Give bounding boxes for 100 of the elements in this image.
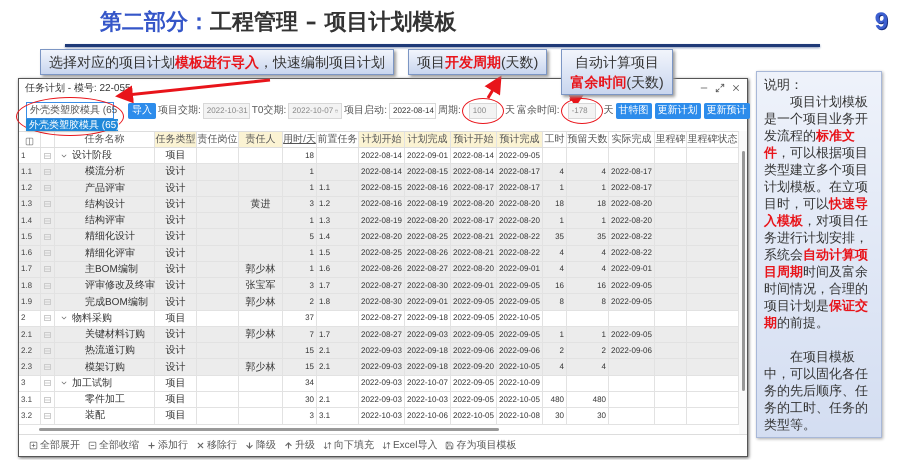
table-cell: 2022-09-05 xyxy=(453,328,494,341)
table-cell: 2022-09-18 xyxy=(407,361,448,374)
table-cell: 2022-08-20 xyxy=(611,198,652,210)
toolbar-button[interactable]: 向下填充 xyxy=(323,438,374,453)
table-cell-text: 设计 xyxy=(166,182,186,196)
table-cell: 2022-09-05 xyxy=(499,150,540,162)
table-cell: 2022-08-15 xyxy=(407,166,448,178)
toolbar-button[interactable]: Excel导入 xyxy=(382,438,438,453)
table-row[interactable]: 1.4 结构评审 设计 1 1.3 2022-08-19 2022-08-20 2022-08-17 2022-08-20 1 1 2022-08-20 xyxy=(19,213,739,230)
table-row[interactable]: 2.1 关键材料订购 设计 郭少林 7 1.7 2022-08-27 2022-09-03 2022-09-05 2022-09-05 1 1 2022-09-05 xyxy=(19,326,739,344)
table-cell: 4 xyxy=(560,247,564,260)
table-cell: 2022-09-05 xyxy=(453,312,494,324)
table-cell: 1 xyxy=(560,328,564,341)
toolbar-button[interactable]: 全部收缩 xyxy=(88,438,139,453)
table-row[interactable]: 3.2 装配 项目 3 3.1 2022-10-03 2022-10-06 2022-10-05 2022-10-08 30 30 xyxy=(19,408,739,425)
drag-handle-icon[interactable] xyxy=(44,218,51,224)
toolbar-button[interactable]: 升级 xyxy=(284,438,315,453)
input-field[interactable]: 2022-08-14 xyxy=(389,103,436,119)
column-header[interactable]: 任务类型 xyxy=(155,132,197,147)
toolbar-button[interactable]: 添加行 xyxy=(147,438,188,453)
table-cell-text: 结构评审 xyxy=(85,214,125,228)
drag-handle-icon[interactable] xyxy=(44,332,51,338)
columns-icon[interactable] xyxy=(25,137,34,146)
table-cell: 2022-08-20 xyxy=(499,214,540,227)
drag-handle-icon[interactable] xyxy=(44,315,51,322)
row-number: 1.2 xyxy=(21,182,32,194)
column-header[interactable]: 预计完成 xyxy=(497,132,543,147)
maximize-icon[interactable] xyxy=(715,83,725,93)
field-label: 周期: xyxy=(438,104,461,118)
close-icon[interactable] xyxy=(731,83,741,93)
table-cell: 8 xyxy=(602,296,606,308)
table-row[interactable]: 3 加工试制 项目 34 2022-09-03 2022-10-07 2022-09-05 2022-10-09 xyxy=(19,376,739,392)
table-cell: 15 xyxy=(305,361,314,374)
column-header[interactable]: 里程碑 xyxy=(655,132,687,147)
drag-handle-icon[interactable] xyxy=(44,250,51,256)
table-row[interactable]: 1.8 评审修改及终审 设计 张宝军 3 1.7 2022-08-27 2022-08-30 2022-09-01 2022-09-05 16 16 2022-09-05 xyxy=(19,278,739,294)
drag-handle-icon[interactable] xyxy=(44,380,51,386)
table-cell-text: 郭少林 xyxy=(246,328,276,342)
table-row[interactable]: 1.5 精细化设计 设计 5 1.4 2022-08-20 2022-08-25 2022-08-21 2022-08-22 35 35 2022-08-22 xyxy=(19,229,739,246)
column-header[interactable]: 实际完成 xyxy=(609,132,655,147)
row-number: 1.5 xyxy=(21,230,32,243)
drag-handle-icon[interactable] xyxy=(44,364,51,370)
table-cell: 2022-08-17 xyxy=(453,182,494,194)
table-cell: 2022-09-05 xyxy=(611,328,652,341)
drag-handle-icon[interactable] xyxy=(44,266,51,272)
table-row[interactable]: 3.1 零件加工 项目 30 2.1 2022-09-03 2022-10-03 2022-09-05 2022-10-05 480 480 xyxy=(19,392,739,408)
table-row[interactable]: 1.3 结构设计 设计 黄进 3 1.2 2022-08-16 2022-08-19 2022-08-20 2022-08-20 18 18 2022-08-20 xyxy=(19,196,739,214)
table-cell-text: 设计 xyxy=(166,164,186,180)
table-cell: 2022-10-05 xyxy=(499,312,540,324)
column-header[interactable]: 计划开始 xyxy=(359,132,405,147)
column-header[interactable]: 预留天数 xyxy=(567,132,609,147)
drag-handle-icon[interactable] xyxy=(44,152,51,159)
table-cell: 2022-09-05 xyxy=(453,394,494,406)
vertical-scrollbar[interactable] xyxy=(742,151,744,391)
table-row[interactable]: 2 物料采购 项目 37 2022-08-27 2022-09-18 2022-09-05 2022-10-05 xyxy=(19,310,739,327)
drag-handle-icon[interactable] xyxy=(44,396,51,403)
drag-handle-icon[interactable] xyxy=(44,348,51,354)
drag-handle-icon[interactable] xyxy=(44,299,51,306)
table-cell: 2022-09-05 xyxy=(453,377,494,390)
table-cell: 2022-10-05 xyxy=(499,361,540,374)
table-row[interactable]: 1.2 产品评审 设计 1 1.1 2022-08-15 2022-08-16 2022-08-17 2022-08-17 1 1 2022-08-17 xyxy=(19,180,739,197)
table-cell: 2022-08-16 xyxy=(407,182,448,194)
column-header[interactable]: 计划完成 xyxy=(405,132,451,147)
table-cell: 2022-08-22 xyxy=(499,247,540,260)
table-row[interactable]: 1.7 主BOM编制 设计 郭少林 1 1.6 2022-08-26 2022-08-27 2022-08-20 2022-09-01 4 4 2022-09-01 xyxy=(19,262,739,278)
table-row[interactable]: 2.2 热流道订购 设计 15 2.1 2022-09-03 2022-09-18 2022-09-06 2022-09-06 2 2 2022-09-06 xyxy=(19,343,739,360)
drag-handle-icon[interactable] xyxy=(44,201,51,208)
column-header[interactable]: 工时 xyxy=(543,132,567,147)
field-label: 项目启动: xyxy=(344,104,388,118)
toolbar-button[interactable]: 全部展开 xyxy=(29,438,80,453)
drag-handle-icon[interactable] xyxy=(44,282,51,289)
table-row[interactable]: 1.6 精细化评审 设计 1 1.5 2022-08-25 2022-08-26 2022-08-21 2022-08-22 4 4 2022-08-22 xyxy=(19,246,739,262)
table-row[interactable]: 2.3 模架订购 设计 郭少林 15 2.1 2022-09-03 2022-09-18 2022-09-20 2022-10-05 4 4 xyxy=(19,359,739,376)
drag-handle-icon[interactable] xyxy=(44,185,51,192)
drag-handle-icon[interactable] xyxy=(44,412,51,419)
toolbar-button[interactable]: 降级 xyxy=(245,438,276,453)
table-cell: 2022-08-14 xyxy=(361,150,402,162)
table-cell: 2022-10-09 xyxy=(499,377,540,390)
table-cell: 480 xyxy=(592,394,606,406)
table-cell: 2022-08-15 xyxy=(361,182,402,194)
table-row[interactable]: 1.1 模流分析 设计 1 2022-08-14 2022-08-15 2022-08-14 2022-08-17 4 4 2022-08-17 xyxy=(19,164,739,181)
drag-handle-icon[interactable] xyxy=(44,168,51,175)
table-cell: 2022-10-05 xyxy=(453,410,494,422)
callout-text: 自动计算项目 xyxy=(574,53,659,72)
column-header[interactable]: 用时/天 xyxy=(283,132,317,147)
table-cell: 2 xyxy=(310,296,314,308)
drag-handle-icon[interactable] xyxy=(44,234,51,240)
table-cell-text: 精细化设计 xyxy=(85,230,135,244)
column-header[interactable]: 预计开始 xyxy=(451,132,497,147)
column-header[interactable]: 责任人 xyxy=(239,132,283,147)
table-cell: 30 xyxy=(555,410,564,422)
table-cell: 2022-08-27 xyxy=(361,312,402,324)
arrow-down-icon xyxy=(245,441,254,450)
toolbar-button[interactable]: 移除行 xyxy=(196,438,237,453)
table-cell: 2022-08-25 xyxy=(407,230,448,243)
table-row[interactable]: 1 设计阶段 项目 18 2022-08-14 2022-09-01 2022-08-14 2022-09-05 xyxy=(19,148,739,164)
toolbar-button[interactable]: 存为项目模板 xyxy=(445,438,516,453)
table-cell: 2022-08-30 xyxy=(361,296,402,308)
horizontal-scrollbar[interactable] xyxy=(39,428,499,431)
table-row[interactable]: 1.9 完成BOM编制 设计 郭少林 2 1.8 2022-08-30 2022-09-01 2022-09-05 2022-09-05 8 8 2022-09-05 xyxy=(19,294,739,311)
